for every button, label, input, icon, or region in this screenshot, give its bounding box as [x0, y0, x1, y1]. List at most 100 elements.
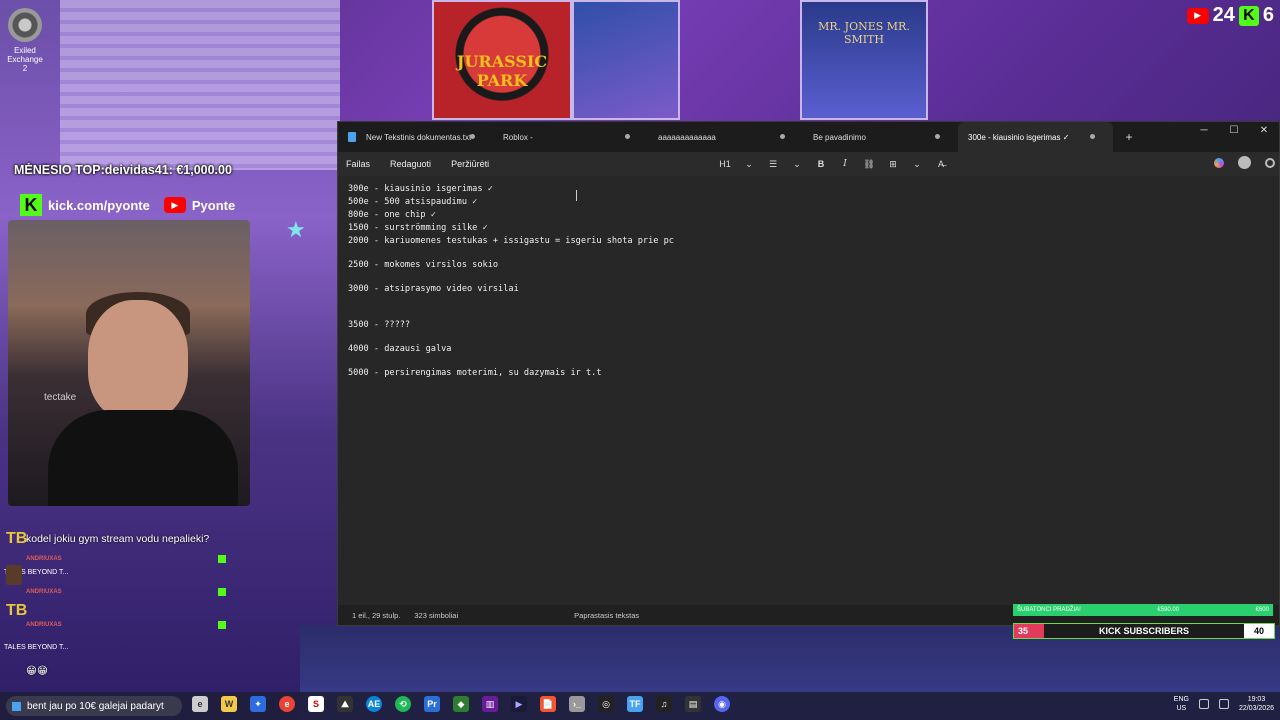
unsaved-dot-icon [470, 134, 475, 139]
chat-message: kodel jokiu gym stream vodu nepalieki? [26, 533, 210, 545]
tab-active-300e[interactable]: 300e - kiausinio isgerimas ✓ [958, 122, 1113, 152]
social-bar: K kick.com/pyonte ▶ Pyonte [20, 192, 240, 218]
store-icon[interactable]: ✦ [250, 696, 266, 712]
editor-line: 3500 - ????? [348, 320, 411, 330]
premiere-icon[interactable]: ▶ [511, 696, 527, 712]
chevron-down-icon: ⌄ [913, 158, 921, 169]
subs-current: 35 [1014, 624, 1044, 638]
task-view-icon[interactable]: e [192, 696, 208, 712]
capcut-icon[interactable]: ◎ [598, 696, 614, 712]
youtube-channel-name: Pyonte [191, 197, 236, 213]
tab-label: New Tekstinis dokumentas.txt [366, 132, 472, 142]
character-count: 323 simboliai [414, 610, 459, 620]
app-icon[interactable]: ◆ [453, 696, 469, 712]
editor-line: 2000 - kariuomenes testukas + issigastu … [348, 236, 674, 246]
mib-poster-title: MR. JONES MR. SMITH [818, 20, 910, 46]
minimize-button[interactable]: ─ [1189, 122, 1219, 140]
list-icon[interactable]: ☰ [766, 157, 780, 171]
unsaved-dot-icon [1090, 134, 1095, 139]
tab-roblox[interactable]: Roblox - [493, 122, 648, 152]
terminal-icon[interactable]: ♫ [656, 696, 672, 712]
kick-url: kick.com/pyonte [48, 197, 150, 213]
goal-target: €600 [1255, 607, 1269, 613]
clock[interactable]: 19:03 22/03/2026 [1239, 695, 1274, 713]
bold-button[interactable]: B [814, 157, 828, 171]
notepad-window: New Tekstinis dokumentas.txt Roblox - aa… [337, 121, 1280, 626]
app-icon[interactable]: ▥ [482, 696, 498, 712]
lang-region: US [1176, 705, 1187, 712]
file-explorer-icon[interactable]: W [221, 696, 237, 712]
tab-new-tekstinis[interactable]: New Tekstinis dokumentas.txt [338, 122, 493, 152]
chevron-down-icon: ⌄ [745, 158, 753, 169]
clock-date: 22/03/2026 [1238, 705, 1274, 712]
clock-time: 19:03 [1247, 696, 1266, 703]
chat-username: ANDRIUXAS [26, 622, 62, 628]
menu-edit[interactable]: Redaguoti [390, 159, 431, 169]
editor-line: 1500 - surströmming silke ✓ [348, 223, 488, 233]
windows-start-icon[interactable] [12, 701, 21, 711]
settings-gear-icon[interactable] [1265, 157, 1275, 168]
brave-icon[interactable]: 📄 [540, 696, 556, 712]
donation-goal-bar: ŠUBATONCI PRADŽIA! €590.00 €600 [1013, 604, 1273, 616]
jurassic-park-title: JURASSIC PARK [456, 52, 548, 90]
text-editor[interactable]: 300e - kiausinio isgerimas ✓ 500e - 500 … [338, 176, 1279, 606]
star-decoration-icon: ★ [286, 217, 306, 242]
windows-taskbar: bent jau po 10€ galejai padaryt e W ✦ e … [0, 692, 1280, 720]
tales-beyond-logo: TB [6, 530, 28, 547]
account-icon[interactable] [1238, 156, 1251, 169]
app-icon[interactable]: ›_ [569, 696, 585, 712]
volume-icon[interactable] [1218, 699, 1229, 709]
editor-line: 3000 - atsiprasymo video virsilai [348, 284, 519, 294]
notepad-taskbar-icon[interactable]: TF [627, 696, 643, 712]
title-bar: New Tekstinis dokumentas.txt Roblox - aa… [338, 122, 1279, 152]
mib-poster [800, 0, 928, 120]
link-icon[interactable]: ⛓ [862, 157, 876, 171]
notepad-icon [348, 132, 356, 142]
kick-logo-icon: K [20, 194, 42, 216]
heading-dropdown[interactable]: H1 [718, 157, 732, 171]
app-icon[interactable]: S [308, 696, 324, 712]
youtube-viewer-count: 24 [1212, 4, 1235, 26]
tab-be-pavadinimo[interactable]: Be pavadinimo [803, 122, 958, 152]
chat-username: ANDRIUXAS [26, 556, 62, 562]
menu-file[interactable]: Failas [346, 159, 370, 169]
photos-icon[interactable]: Pr [424, 696, 440, 712]
desktop-icon-exiled-exchange[interactable]: Exiled Exchange 2 [4, 8, 46, 73]
text-format[interactable]: Paprastasis tekstas [574, 611, 639, 620]
lang-code: ENG [1173, 696, 1189, 703]
exiled-exchange-icon [8, 8, 42, 42]
subs-label: KICK SUBSCRIBERS [1098, 626, 1189, 636]
streamer-body [48, 410, 238, 506]
chat-kick-badge [218, 621, 226, 629]
clear-formatting-icon[interactable]: A̶ [934, 157, 948, 171]
text-cursor [576, 190, 577, 201]
kick-icon: K [1238, 5, 1259, 26]
goal-current: €590.00 [1157, 607, 1180, 613]
steam-icon[interactable]: ▤ [685, 696, 701, 712]
copilot-icon[interactable] [1214, 157, 1224, 168]
chat-kick-badge [218, 588, 226, 596]
close-button[interactable]: ✕ [1249, 122, 1279, 140]
obs-icon[interactable]: ⛰ [337, 696, 353, 712]
taskbar-search[interactable]: bent jau po 10€ galejai padaryt [6, 696, 182, 716]
unsaved-dot-icon [780, 134, 785, 139]
edge-icon[interactable]: AE [366, 696, 382, 712]
editor-line: 800e - one chip ✓ [348, 210, 436, 220]
editor-line: 5000 - persirengimas moterimi, su dazyma… [348, 368, 602, 378]
unsaved-dot-icon [935, 134, 940, 139]
add-tab-button[interactable]: + [1119, 130, 1139, 144]
chevron-down-icon: ⌄ [793, 158, 801, 169]
chair-brand: tectake [44, 392, 77, 403]
discord-icon[interactable]: ◉ [714, 696, 730, 712]
tab-aaaa[interactable]: aaaaaaaaaaaaa [648, 122, 803, 152]
maximize-button[interactable]: ☐ [1219, 122, 1249, 140]
editor-line: 500e - 500 atsispaudimu ✓ [348, 197, 478, 207]
chrome-icon[interactable]: e [279, 696, 295, 712]
italic-button[interactable]: I [838, 157, 852, 171]
table-icon[interactable]: ⊞ [886, 157, 900, 171]
wifi-icon[interactable] [1198, 699, 1209, 709]
spotify-icon[interactable]: ⟲ [395, 696, 411, 712]
menu-view[interactable]: Peržiūrėti [451, 159, 489, 169]
language-indicator[interactable]: ENG US [1174, 695, 1189, 713]
webcam-feed: tectake [8, 220, 250, 506]
